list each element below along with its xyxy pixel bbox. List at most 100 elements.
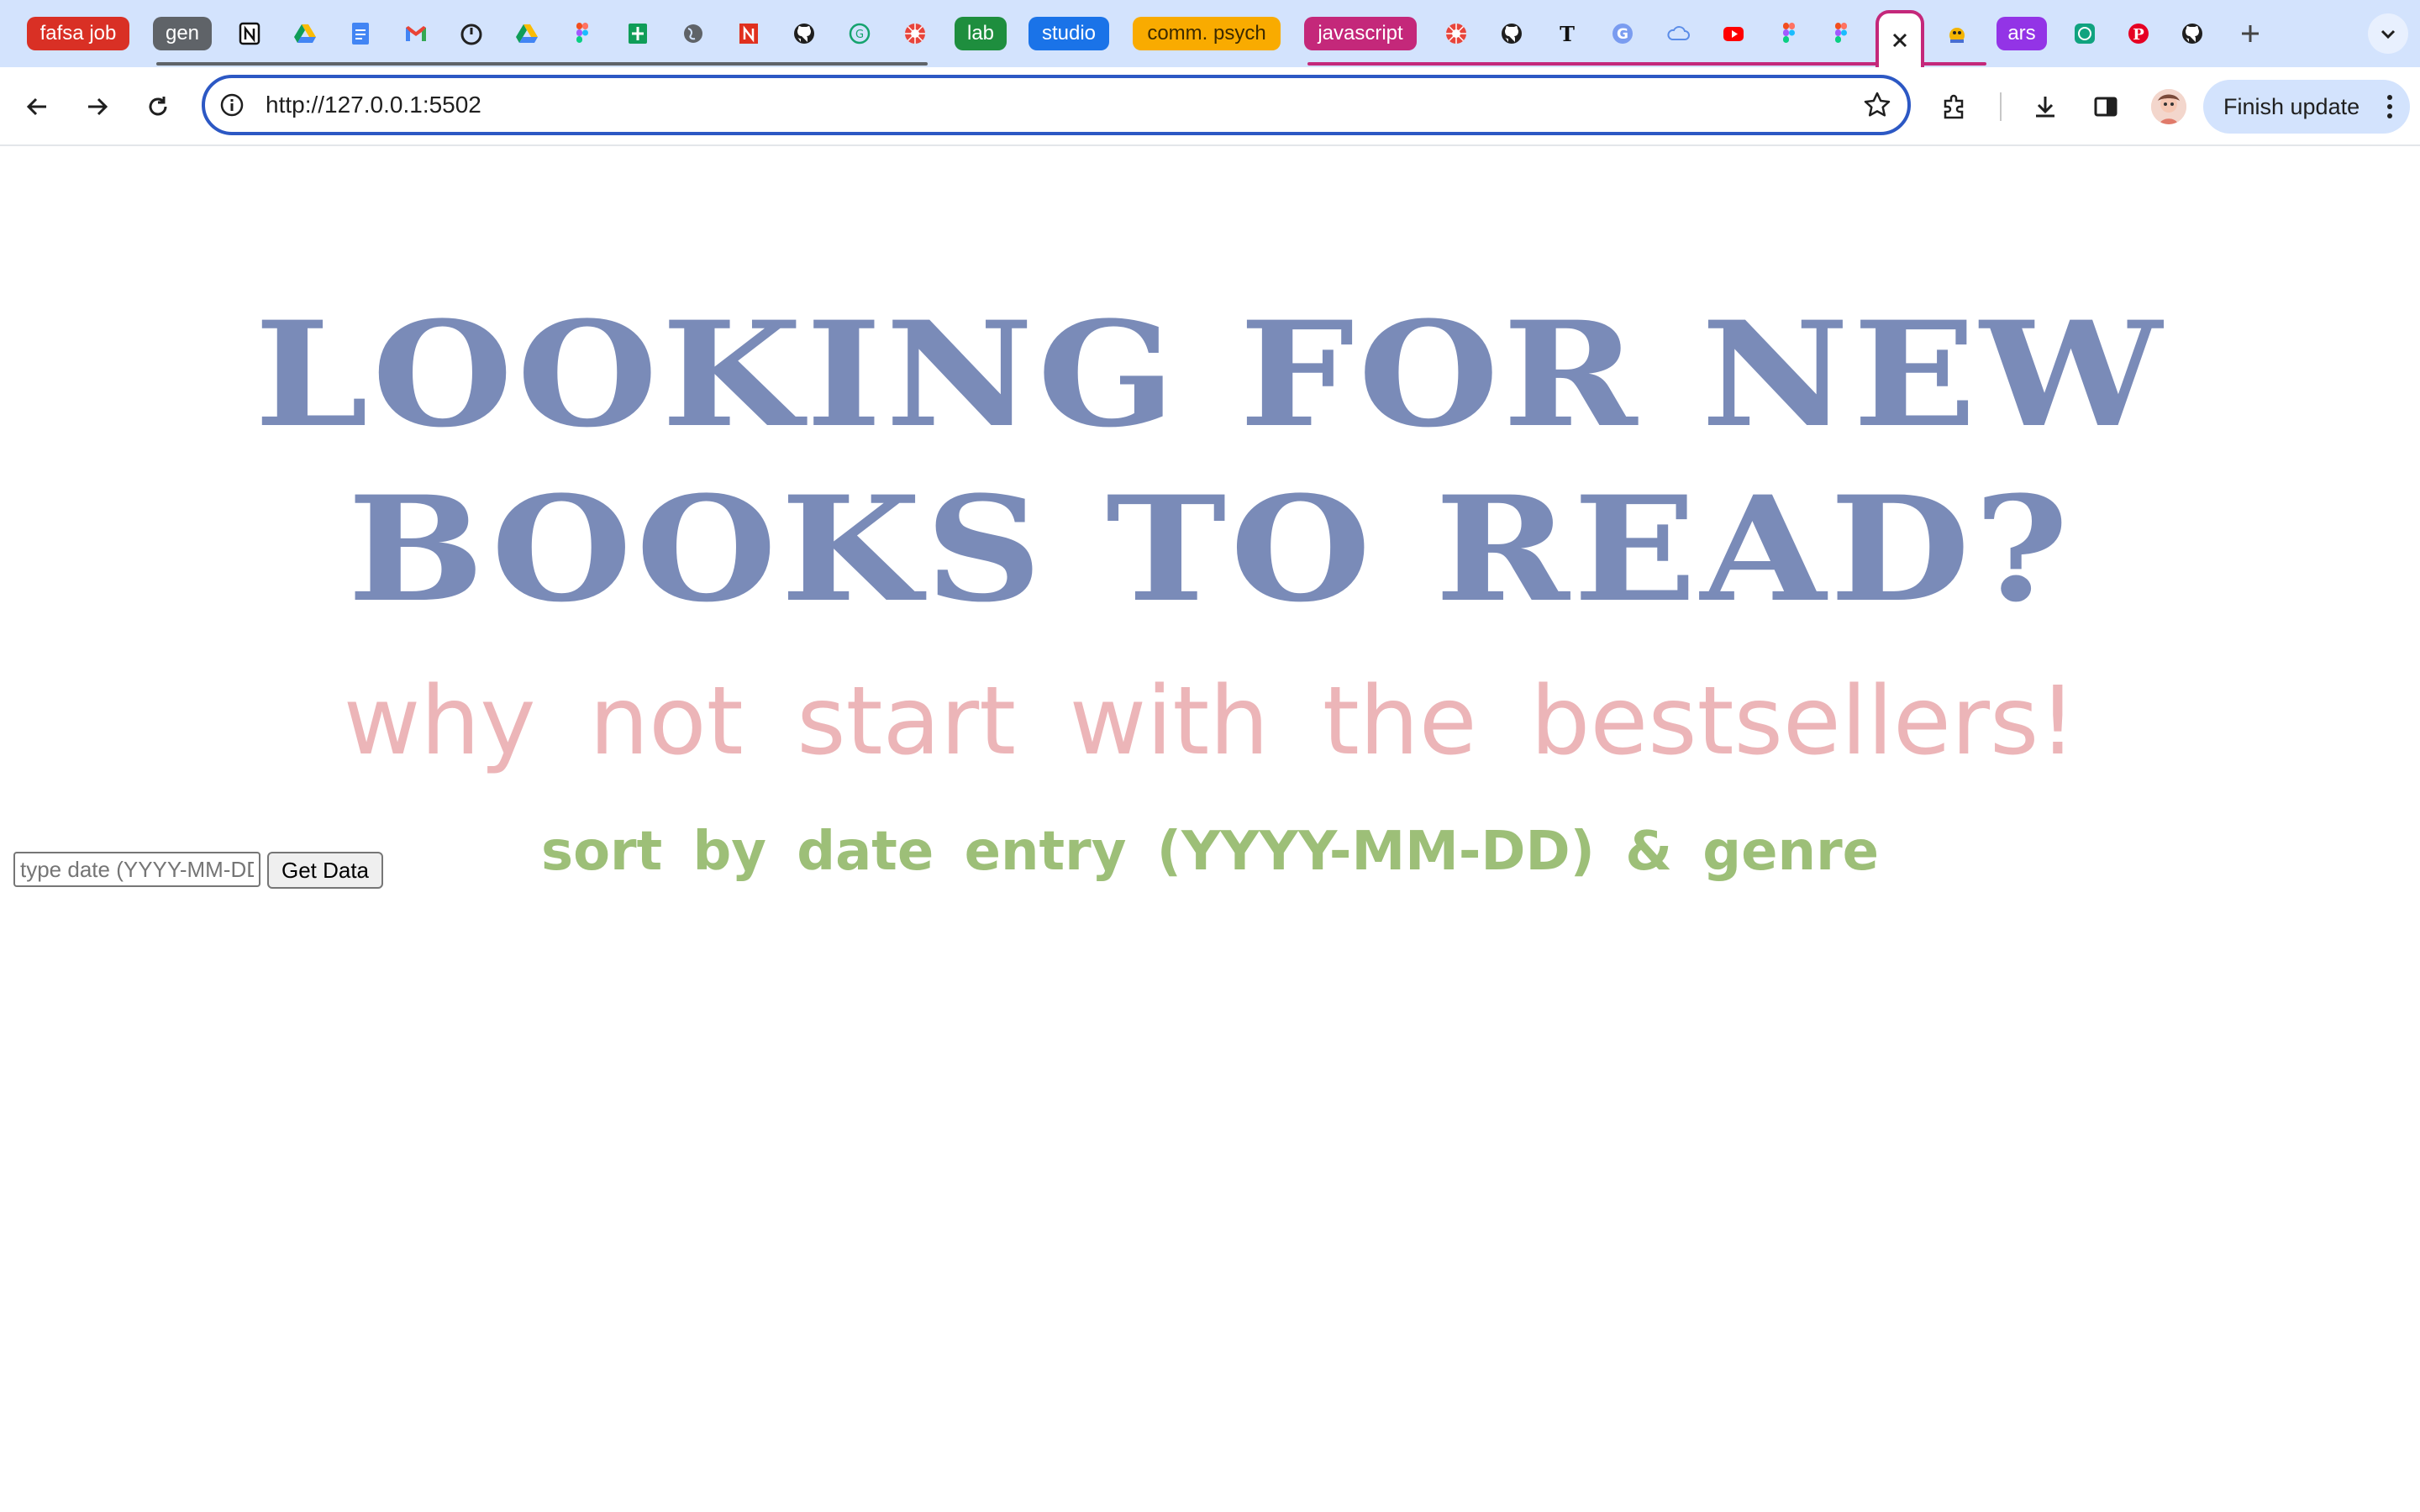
tab-chatgpt[interactable] (2067, 15, 2102, 52)
plus-icon (2242, 25, 2259, 42)
globe-icon (684, 24, 702, 43)
tab-group-ars[interactable]: ars (1996, 17, 2047, 50)
tab-group-label: comm. psych (1147, 22, 1266, 45)
tab-figma[interactable] (565, 15, 600, 52)
reload-button[interactable] (138, 87, 178, 127)
tab-search-button[interactable] (2368, 13, 2408, 54)
tab-notion[interactable] (232, 15, 267, 52)
wheel-icon (1446, 24, 1466, 44)
page-subheading: why not start with the bestsellers! (343, 667, 2077, 776)
address-bar[interactable]: http://127.0.0.1:5502 (202, 75, 1911, 135)
tab-github-2[interactable] (1494, 15, 1529, 52)
tab-news[interactable] (731, 15, 766, 52)
tab-timer[interactable] (454, 15, 489, 52)
github-icon (794, 24, 814, 44)
google-drive-icon (294, 24, 316, 43)
info-icon (220, 93, 244, 117)
tab-google[interactable]: G (1605, 15, 1640, 52)
arrow-left-icon (26, 97, 46, 116)
downloads-button[interactable] (2025, 87, 2065, 127)
figma-icon (576, 23, 588, 43)
tab-group-studio[interactable]: studio (1028, 17, 1109, 50)
tab-wheel[interactable] (897, 15, 933, 52)
tab-github[interactable] (786, 15, 822, 52)
tab-github-3[interactable] (2175, 15, 2210, 52)
side-panel-icon (2094, 97, 2118, 117)
google-icon: G (1612, 24, 1633, 44)
news-icon (739, 24, 758, 44)
tab-group-gen[interactable]: gen (153, 17, 212, 50)
download-icon (2036, 97, 2054, 118)
browser-toolbar: http://127.0.0.1:5502 Finish update (0, 67, 2420, 146)
chevron-down-icon (2381, 29, 2396, 39)
tab-group-label: gen (165, 22, 200, 45)
close-icon[interactable] (1889, 29, 1911, 51)
back-button[interactable] (17, 87, 57, 127)
bookmark-button[interactable] (1860, 88, 1894, 122)
figma-icon (1835, 23, 1847, 43)
tab-globe[interactable] (676, 15, 711, 52)
chatgpt-icon (2075, 24, 2095, 44)
toolbar-divider (2000, 92, 2002, 121)
tab-grammarly[interactable]: G (842, 15, 877, 52)
pinterest-icon: P (2128, 24, 2149, 44)
new-tab-button[interactable] (2232, 15, 2269, 52)
tab-figma-3[interactable] (1823, 15, 1859, 52)
nyt-icon: T (1560, 22, 1575, 46)
notion-icon (239, 22, 260, 45)
get-data-button[interactable]: Get Data (267, 852, 383, 889)
svg-text:G: G (855, 29, 864, 41)
finish-update-button[interactable]: Finish update (2203, 80, 2410, 134)
tab-bird[interactable] (1939, 15, 1975, 52)
svg-text:P: P (2133, 26, 2144, 44)
page-headline: LOOKING FOR NEW BOOKS TO READ? (0, 287, 2420, 637)
more-vertical-icon[interactable] (2386, 93, 2393, 120)
tab-group-lab[interactable]: lab (955, 17, 1007, 50)
tab-strip: fafsa job gen G lab studio comm. psych j… (0, 0, 2420, 67)
forward-button[interactable] (77, 87, 118, 127)
site-info-button[interactable] (217, 90, 247, 120)
active-tab[interactable] (1876, 10, 1924, 67)
tab-group-label: fafsa job (39, 22, 117, 45)
svg-text:T: T (1560, 22, 1575, 46)
tab-youtube[interactable] (1716, 15, 1751, 52)
reload-icon (149, 97, 167, 116)
github-icon (1502, 24, 1522, 44)
tab-group-comm-psych[interactable]: comm. psych (1133, 17, 1281, 50)
page-content: LOOKING FOR NEW BOOKS TO READ? why not s… (0, 146, 2420, 1512)
grammarly-icon: G (849, 23, 871, 45)
tab-group-javascript[interactable]: javascript (1304, 17, 1417, 50)
puzzle-icon (1944, 94, 1964, 119)
url-text[interactable]: http://127.0.0.1:5502 (266, 92, 481, 118)
tab-group-fafsa-job[interactable]: fafsa job (27, 17, 129, 50)
tab-group-label: javascript (1318, 22, 1403, 45)
tab-google-drive[interactable] (287, 15, 323, 52)
tab-google-sheets[interactable] (620, 15, 655, 52)
arrow-right-icon (88, 97, 108, 116)
svg-text:G: G (1617, 26, 1628, 43)
side-panel-button[interactable] (2086, 87, 2126, 127)
tab-cloud[interactable] (1660, 15, 1696, 52)
youtube-icon (1723, 27, 1744, 41)
tab-google-docs[interactable] (343, 15, 378, 52)
tab-group-label: lab (966, 22, 995, 45)
tab-group-label: studio (1041, 22, 1097, 45)
tab-nyt[interactable]: T (1549, 15, 1585, 52)
finish-update-label: Finish update (2223, 93, 2360, 119)
extensions-button[interactable] (1934, 87, 1975, 127)
tab-figma-2[interactable] (1771, 15, 1807, 52)
timer-icon (460, 24, 482, 45)
tab-wheel-2[interactable] (1439, 15, 1474, 52)
headline-line-2: BOOKS TO READ? (347, 464, 2073, 634)
figma-icon (1783, 23, 1795, 43)
tab-pinterest[interactable]: P (2121, 15, 2156, 52)
wheel-icon (905, 24, 925, 44)
avatar[interactable] (2151, 89, 2186, 124)
tab-google-drive-2[interactable] (509, 15, 544, 52)
date-input[interactable] (13, 852, 260, 887)
profile-avatar-icon (2151, 89, 2186, 124)
tab-gmail[interactable] (398, 15, 434, 52)
google-sheets-icon (629, 24, 647, 44)
gmail-icon (406, 26, 426, 41)
star-icon (1864, 92, 1891, 117)
